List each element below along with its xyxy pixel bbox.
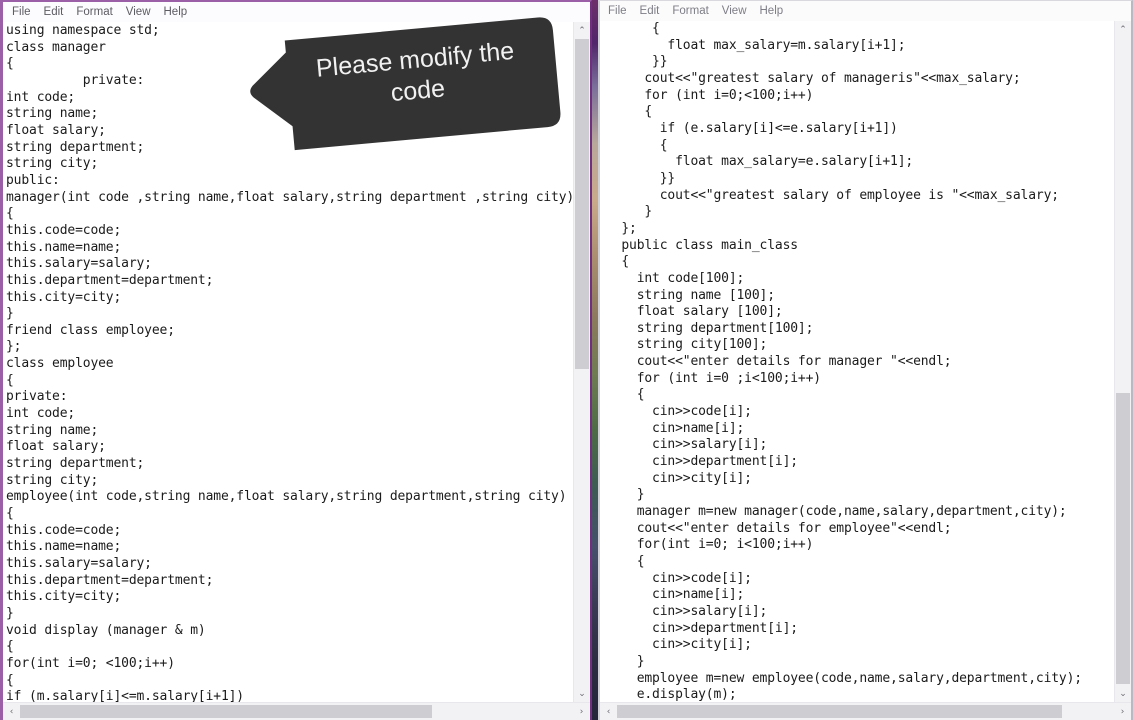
code-text-right[interactable]: { float max_salary=m.salary[i+1]; }} cou… (606, 21, 1082, 720)
menu-item-format[interactable]: Format (672, 1, 708, 21)
menu-item-view[interactable]: View (126, 2, 151, 22)
menu-item-edit[interactable]: Edit (44, 2, 64, 22)
scroll-left-arrow-icon[interactable]: ‹ (600, 703, 617, 720)
vertical-scrollbar-thumb[interactable] (1116, 393, 1130, 684)
menu-item-file[interactable]: File (608, 1, 627, 21)
code-text-left[interactable]: using namespace std; class manager { pri… (6, 23, 582, 720)
scroll-down-arrow-icon[interactable]: ⌄ (574, 685, 590, 702)
vertical-scrollbar-left[interactable]: ⌃ ⌄ (573, 22, 590, 702)
scroll-right-arrow-icon[interactable]: › (1114, 703, 1131, 720)
menu-item-format[interactable]: Format (76, 2, 112, 22)
notepad-window-right[interactable]: File Edit Format View Help { float max_s… (598, 0, 1133, 720)
menu-item-help[interactable]: Help (760, 1, 784, 21)
scroll-up-arrow-icon[interactable]: ⌃ (574, 22, 590, 39)
vertical-scrollbar-thumb[interactable] (575, 39, 589, 369)
code-editor-left[interactable]: using namespace std; class manager { pri… (3, 22, 590, 720)
menubar-left[interactable]: File Edit Format View Help (3, 2, 590, 22)
horizontal-scrollbar-thumb[interactable] (617, 705, 1062, 718)
menu-item-view[interactable]: View (722, 1, 747, 21)
horizontal-scrollbar-thumb[interactable] (20, 705, 432, 718)
scroll-up-arrow-icon[interactable]: ⌃ (1115, 21, 1131, 38)
menubar-right[interactable]: File Edit Format View Help (600, 1, 1131, 21)
horizontal-scrollbar-left[interactable]: ‹ › (3, 702, 590, 720)
menu-item-file[interactable]: File (12, 2, 31, 22)
menu-item-edit[interactable]: Edit (640, 1, 660, 21)
scroll-down-arrow-icon[interactable]: ⌄ (1115, 685, 1131, 702)
horizontal-scrollbar-right[interactable]: ‹ › (600, 702, 1131, 720)
code-editor-right[interactable]: { float max_salary=m.salary[i+1]; }} cou… (600, 21, 1131, 720)
vertical-scrollbar-right[interactable]: ⌃ ⌄ (1114, 21, 1131, 702)
scroll-left-arrow-icon[interactable]: ‹ (3, 703, 20, 720)
menu-item-help[interactable]: Help (164, 2, 188, 22)
notepad-window-left[interactable]: File Edit Format View Help using namespa… (0, 0, 592, 720)
scroll-right-arrow-icon[interactable]: › (573, 703, 590, 720)
